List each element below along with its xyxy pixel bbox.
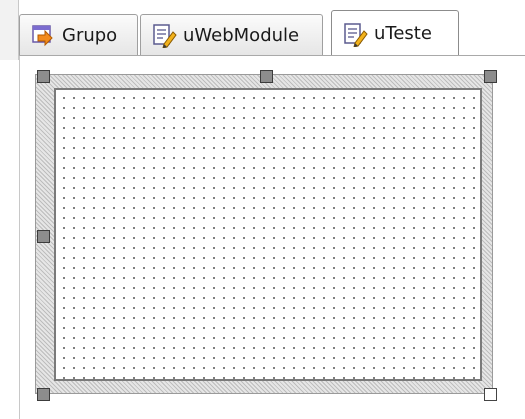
- resize-handle-bottom-left[interactable]: [37, 388, 50, 401]
- tab-label: Grupo: [62, 24, 118, 46]
- resize-handle-top-left[interactable]: [37, 70, 50, 83]
- resize-handle-bottom-right[interactable]: [484, 388, 497, 401]
- left-panel-edge: [0, 0, 19, 60]
- unit-pencil-icon: [342, 21, 368, 47]
- form-design-grid[interactable]: [54, 88, 482, 381]
- resize-handle-top-right[interactable]: [484, 70, 497, 83]
- tab-label: uWebModule: [183, 24, 300, 46]
- tab-uteste[interactable]: uTeste: [331, 10, 459, 56]
- resize-handle-left[interactable]: [37, 230, 50, 243]
- editor-tab-bar: Grupo uWebModule uTeste: [19, 0, 525, 56]
- tab-label: uTeste: [374, 23, 432, 44]
- tab-grupo[interactable]: Grupo: [19, 14, 138, 55]
- form-arrow-icon: [30, 22, 56, 48]
- tab-uwebmodule[interactable]: uWebModule: [140, 14, 323, 55]
- unit-pencil-icon: [151, 22, 177, 48]
- resize-handle-top[interactable]: [260, 70, 273, 83]
